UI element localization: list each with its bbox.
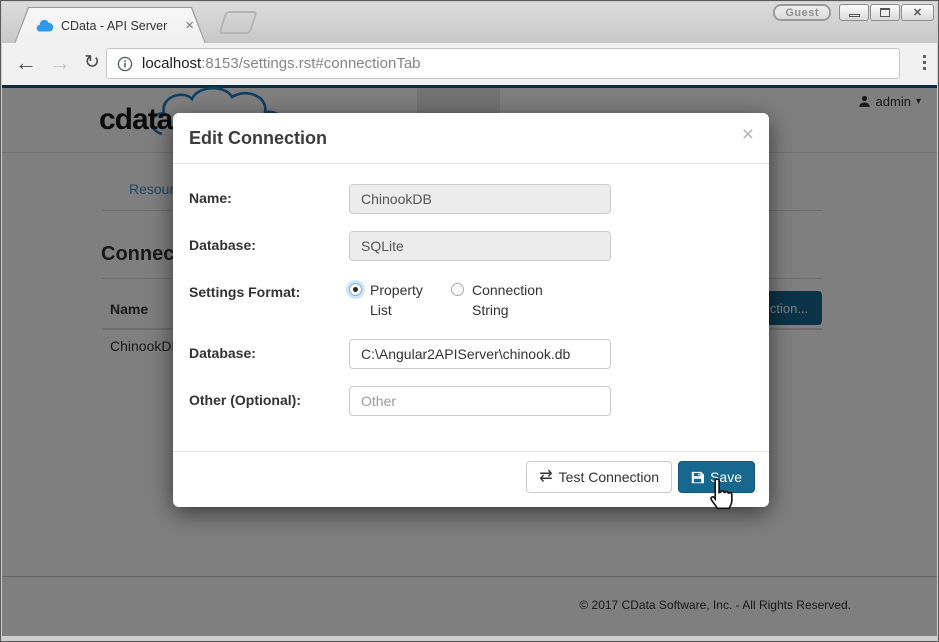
radio-button-selected-icon[interactable]	[349, 283, 362, 296]
browser-toolbar: ← → ↻ localhost:8153/settings.rst#connec…	[2, 43, 937, 85]
database-type-input[interactable]	[349, 231, 611, 261]
radio-connection-string[interactable]: Connection String	[451, 281, 553, 322]
tab-strip: CData - API Server × Guest ✕	[2, 2, 937, 43]
database-path-row: Database:	[189, 339, 753, 369]
other-input[interactable]	[349, 386, 611, 416]
other-label: Other (Optional):	[189, 386, 349, 416]
browser-menu-icon[interactable]	[921, 53, 928, 72]
url-bar[interactable]: localhost:8153/settings.rst#connectionTa…	[106, 48, 900, 79]
radio-property-list[interactable]: Property List	[349, 281, 451, 322]
url-text[interactable]: localhost:8153/settings.rst#connectionTa…	[142, 55, 421, 72]
back-icon[interactable]: ←	[12, 49, 40, 77]
settings-format-label: Settings Format:	[189, 278, 349, 322]
browser-window: CData - API Server × Guest ✕ ← → ↻ local…	[0, 0, 939, 642]
swap-arrows-icon: ⇄	[539, 469, 552, 485]
url-path: :8153/settings.rst#connectionTab	[201, 55, 420, 72]
maximize-icon	[880, 8, 890, 17]
forward-icon: →	[46, 49, 74, 77]
name-label: Name:	[189, 184, 349, 214]
database-type-row: Database:	[189, 231, 753, 261]
modal-title: Edit Connection	[189, 128, 753, 149]
name-input[interactable]	[349, 184, 611, 214]
database-path-input[interactable]	[349, 339, 611, 369]
minimize-button[interactable]	[839, 4, 869, 21]
minimize-icon	[849, 14, 860, 17]
reload-icon[interactable]: ↻	[78, 49, 106, 77]
browser-tab[interactable]: CData - API Server ×	[14, 7, 206, 44]
favicon-cloud-icon	[36, 19, 53, 32]
web-page: cdata admin ▾ Resources Connections Name…	[2, 85, 937, 636]
new-tab-button[interactable]	[218, 11, 257, 34]
test-connection-button[interactable]: ⇄ Test Connection	[526, 461, 672, 493]
url-host: localhost	[142, 55, 201, 72]
name-row: Name:	[189, 184, 753, 214]
cursor-pointer-icon	[704, 477, 736, 513]
modal-close-icon[interactable]: ×	[742, 125, 754, 145]
modal-footer: ⇄ Test Connection Save	[173, 451, 769, 507]
info-icon[interactable]	[117, 56, 133, 72]
database-path-label: Database:	[189, 339, 349, 369]
close-icon: ✕	[913, 6, 922, 19]
database-type-label: Database:	[189, 231, 349, 261]
settings-format-row: Settings Format: Property List Connectio…	[189, 278, 753, 322]
tab-close-icon[interactable]: ×	[185, 18, 194, 33]
edit-connection-dialog: Edit Connection × Name: Database: Settin…	[173, 113, 769, 507]
maximize-button[interactable]	[870, 4, 900, 21]
floppy-disk-icon	[691, 471, 704, 484]
radio-button-icon[interactable]	[451, 283, 464, 296]
test-connection-label: Test Connection	[559, 469, 659, 485]
radio-connection-string-label[interactable]: Connection String	[472, 281, 553, 320]
tab-title: CData - API Server	[61, 19, 185, 33]
radio-property-list-label[interactable]: Property List	[370, 281, 434, 320]
close-button[interactable]: ✕	[901, 4, 934, 21]
other-row: Other (Optional):	[189, 386, 753, 416]
guest-button[interactable]: Guest	[773, 4, 831, 21]
